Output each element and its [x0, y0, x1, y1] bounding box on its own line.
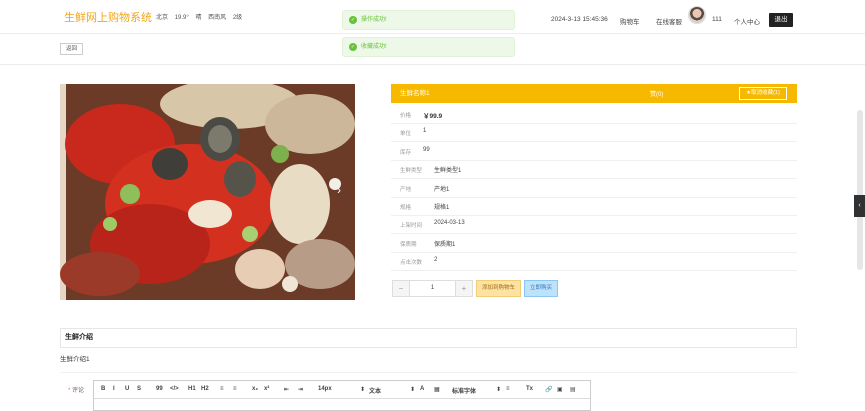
info-value: 1: [423, 128, 427, 135]
info-value: 2024-03-13: [434, 220, 465, 227]
h1-icon[interactable]: H1: [188, 386, 196, 392]
product-info-row: 规格 规格1: [391, 198, 797, 216]
like-button[interactable]: 赞(0): [650, 89, 663, 98]
font-family-select[interactable]: 标准字体: [452, 386, 476, 395]
bold-icon[interactable]: B: [101, 386, 105, 392]
user-center-link[interactable]: 个人中心: [734, 16, 760, 26]
info-key: 生鲜类型: [400, 168, 423, 175]
product-info-row: 保质期 保质期1: [391, 235, 797, 253]
background-color-icon[interactable]: ▦: [434, 386, 440, 393]
page-scrollbar[interactable]: [857, 110, 863, 270]
product-name: 生鲜名称1: [400, 90, 430, 97]
video-icon[interactable]: ▤: [570, 386, 576, 393]
indent-icon[interactable]: ⇥: [298, 386, 303, 393]
description-text: 生鲜介绍1: [60, 356, 90, 363]
h2-icon[interactable]: H2: [201, 386, 209, 392]
add-to-cart-button[interactable]: 添加到购物车: [476, 280, 521, 297]
carousel-next-arrow[interactable]: ›: [337, 183, 341, 197]
align-icon[interactable]: ≡: [506, 386, 510, 392]
quantity-decrement[interactable]: −: [392, 280, 410, 297]
outdent-icon[interactable]: ⇤: [284, 386, 289, 393]
font-size-select[interactable]: 14px: [318, 386, 332, 392]
dropdown-caret-icon[interactable]: ⬍: [496, 386, 501, 393]
info-value: ￥99.9: [423, 113, 443, 120]
strike-icon[interactable]: S: [137, 386, 141, 392]
dropdown-caret-icon[interactable]: ⬍: [360, 386, 365, 393]
code-icon[interactable]: </>: [170, 386, 179, 392]
back-button[interactable]: 返回: [60, 43, 83, 55]
weather-condition: 晴: [195, 15, 202, 21]
weather-level: 2级: [232, 15, 243, 21]
info-key: 上架时间: [400, 223, 423, 230]
product-image: [60, 84, 355, 300]
success-toast: ✓ 操作成功!: [342, 10, 515, 30]
info-key: 产地: [400, 186, 412, 193]
site-logo[interactable]: 生鲜网上购物系统: [64, 9, 152, 25]
comment-editor[interactable]: B I U S 99 </> H1 H2 ≡ ≡ x₂ x² ⇤ ⇥ 14px 文本 A ▦ 标准字体 ≡ Tx 🔗 ▣ ▤ ⬍…: [93, 380, 591, 411]
clear-format-icon[interactable]: Tx: [526, 386, 533, 392]
info-key: 价格: [400, 113, 412, 119]
font-color-icon[interactable]: A: [420, 386, 424, 392]
info-key: 库存: [400, 149, 412, 156]
info-key: 保质期: [400, 241, 417, 248]
weather-city: 北京: [156, 15, 169, 21]
product-info-row: 点击次数 2: [391, 253, 797, 272]
toast-message: 收藏成功!: [361, 44, 387, 50]
current-datetime: 2024-3-13 15:45:36: [551, 16, 608, 23]
weather-wind: 西南风: [208, 15, 227, 21]
info-value: 规格1: [434, 205, 450, 211]
dropdown-caret-icon[interactable]: ⬍: [410, 386, 415, 393]
underline-icon[interactable]: U: [125, 386, 129, 392]
product-title-bar: 生鲜名称1: [391, 84, 797, 103]
avatar[interactable]: [688, 6, 706, 24]
image-icon[interactable]: ▣: [557, 386, 563, 393]
product-info-row: 生鲜类型 生鲜类型1: [391, 161, 797, 180]
info-key: 点击次数: [400, 260, 423, 267]
info-value: 2: [434, 257, 438, 264]
subscript-icon[interactable]: x₂: [252, 386, 258, 392]
text-format-select[interactable]: 文本: [369, 386, 381, 395]
description-heading: 生鲜介绍: [60, 328, 797, 348]
username: 111: [712, 16, 722, 23]
online-service-link[interactable]: 在线客服: [656, 16, 682, 26]
product-info-row: 上架时间 2024-03-13: [391, 216, 797, 235]
link-icon[interactable]: 🔗: [545, 386, 552, 393]
required-mark: *: [68, 388, 71, 394]
superscript-icon[interactable]: x²: [264, 386, 269, 392]
comment-label-text: 评论: [72, 388, 85, 394]
product-image-carousel[interactable]: [60, 84, 355, 300]
toast-message: 操作成功!: [361, 17, 387, 23]
info-value: 保质期1: [434, 241, 456, 248]
italic-icon[interactable]: I: [113, 386, 115, 392]
product-info-row: 库存 99: [391, 143, 797, 161]
info-value: 产地1: [434, 186, 450, 193]
product-info-row: 产地 产地1: [391, 180, 797, 198]
weather-widget: 北京 19.9° 晴 西南风 2级: [156, 12, 247, 21]
info-key: 单位: [400, 131, 412, 138]
logout-button[interactable]: 退出: [769, 13, 793, 27]
check-circle-icon: ✓: [349, 16, 357, 24]
product-info-row: 价格 ￥99.9: [391, 106, 797, 124]
comment-label: * 评论: [68, 385, 84, 394]
product-info-row: 单位 1: [391, 124, 797, 143]
collect-button[interactable]: ★取消收藏(1): [739, 87, 787, 100]
quantity-input[interactable]: 1: [410, 280, 455, 297]
check-circle-icon: ✓: [349, 43, 357, 51]
collect-toast: ✓ 收藏成功!: [342, 37, 515, 57]
ordered-list-icon[interactable]: ≡: [220, 386, 224, 392]
info-key: 规格: [400, 205, 412, 211]
weather-temp: 19.9°: [174, 15, 189, 21]
buy-now-button[interactable]: 立即购买: [524, 280, 558, 297]
bullet-list-icon[interactable]: ≡: [233, 386, 237, 392]
quantity-increment[interactable]: +: [455, 280, 473, 297]
editor-toolbar: B I U S 99 </> H1 H2 ≡ ≡ x₂ x² ⇤ ⇥ 14px 文本 A ▦ 标准字体 ≡ Tx 🔗 ▣ ▤ ⬍…: [94, 381, 590, 399]
info-value: 生鲜类型1: [434, 168, 462, 175]
cart-link[interactable]: 购物车: [620, 16, 640, 26]
side-panel-toggle[interactable]: ‹: [854, 195, 865, 217]
info-value: 99: [423, 146, 430, 153]
quote-icon[interactable]: 99: [156, 386, 163, 392]
